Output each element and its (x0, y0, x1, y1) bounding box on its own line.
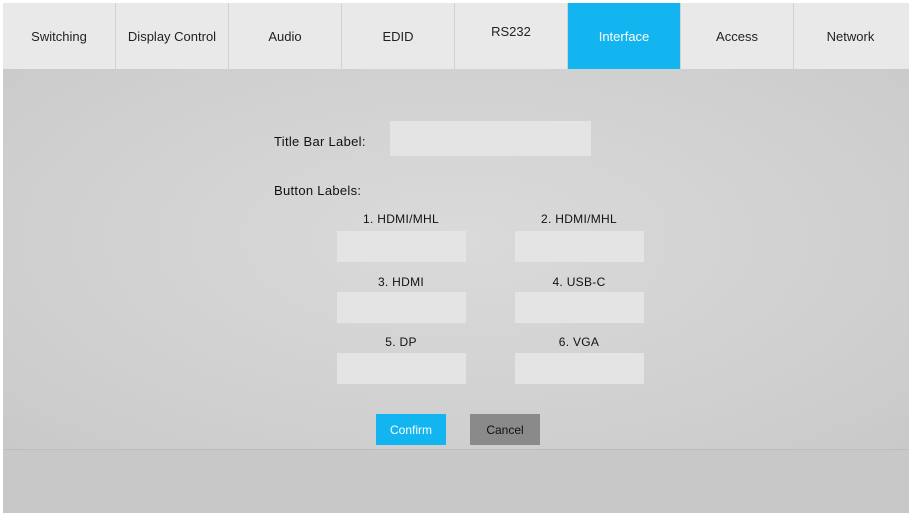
title-bar-label: Title Bar Label: (274, 134, 366, 149)
footer-bar (3, 449, 909, 513)
button-3-input[interactable] (337, 292, 466, 323)
button-6-label: 6. VGA (558, 335, 600, 349)
tab-audio[interactable]: Audio (229, 3, 342, 69)
cancel-button[interactable]: Cancel (470, 414, 540, 445)
button-6-input[interactable] (515, 353, 644, 384)
tab-network[interactable]: Network (794, 3, 907, 69)
button-1-input[interactable] (337, 231, 466, 262)
title-bar-input[interactable] (390, 121, 591, 156)
tab-interface[interactable]: Interface (568, 3, 681, 69)
button-4-label: 4. USB-C (552, 275, 606, 289)
confirm-button[interactable]: Confirm (376, 414, 446, 445)
interface-settings-panel: Title Bar Label: Button Labels: 1. HDMI/… (3, 69, 909, 449)
button-3-label: 3. HDMI (377, 275, 425, 289)
tab-bar: Switching Display Control Audio EDID RS2… (3, 3, 909, 70)
tab-display-control[interactable]: Display Control (116, 3, 229, 69)
button-2-label: 2. HDMI/MHL (541, 212, 617, 226)
button-5-label: 5. DP (385, 335, 417, 349)
tab-switching[interactable]: Switching (3, 3, 116, 69)
tab-rs232[interactable]: RS232 (455, 3, 568, 69)
button-labels-heading: Button Labels: (274, 183, 362, 198)
tab-edid[interactable]: EDID (342, 3, 455, 69)
app-window: Switching Display Control Audio EDID RS2… (3, 3, 909, 513)
button-1-label: 1. HDMI/MHL (363, 212, 439, 226)
button-5-input[interactable] (337, 353, 466, 384)
button-4-input[interactable] (515, 292, 644, 323)
button-2-input[interactable] (515, 231, 644, 262)
tab-access[interactable]: Access (681, 3, 794, 69)
